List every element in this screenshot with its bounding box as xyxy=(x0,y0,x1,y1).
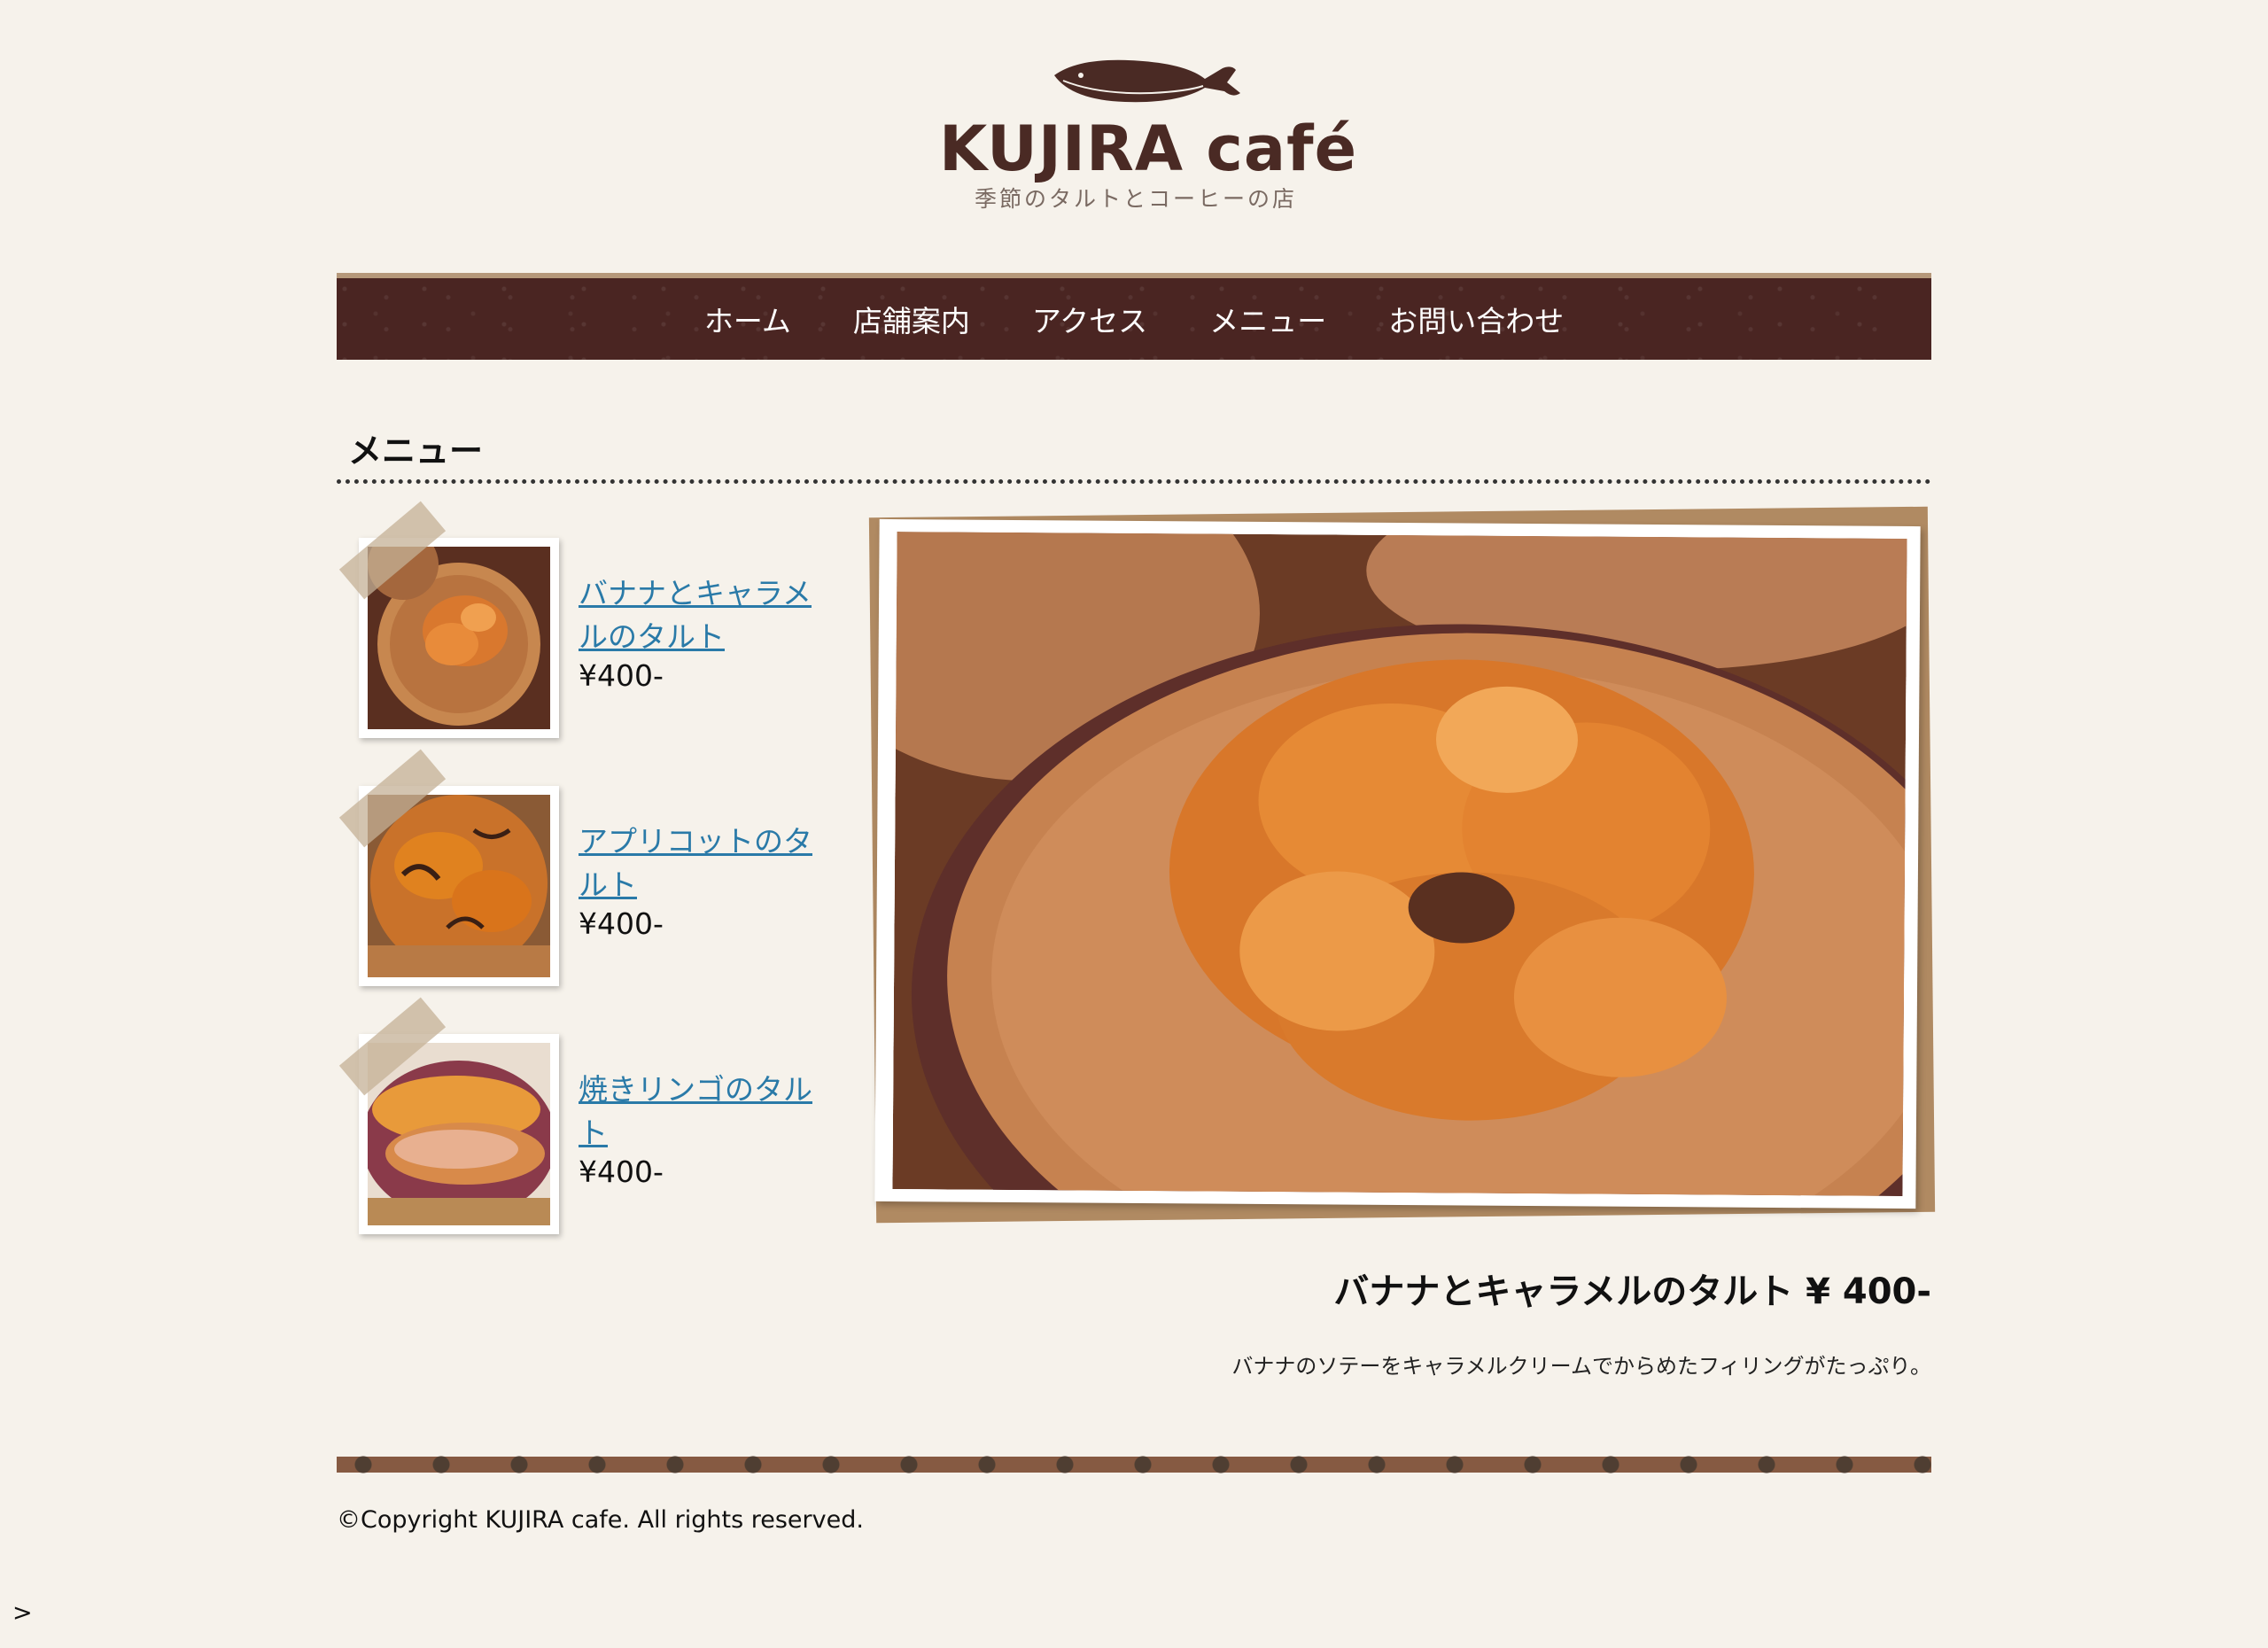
nav-item-contact[interactable]: お問い合わせ xyxy=(1388,298,1564,340)
menu-item-link[interactable]: バナナとキャラメルのタルト xyxy=(579,571,827,658)
console-prompt: > xyxy=(12,1599,33,1627)
menu-item-link[interactable]: アプリコットのタルト xyxy=(579,820,827,906)
menu-item: 焼きリンゴのタルト ¥400- xyxy=(338,997,855,1247)
whale-icon xyxy=(1054,59,1240,103)
nav-item-access[interactable]: アクセス xyxy=(1032,298,1147,340)
menu-item-price: ¥400- xyxy=(579,658,664,693)
menu-item-thumbnail[interactable] xyxy=(338,997,559,1234)
main-nav: ホーム 店舗案内 アクセス メニュー お問い合わせ xyxy=(337,273,1931,360)
baked-apple-tart-image xyxy=(368,1043,550,1225)
nav-list: ホーム 店舗案内 アクセス メニュー お問い合わせ xyxy=(337,278,1931,360)
menu-item-thumbnail[interactable] xyxy=(338,749,559,986)
section-divider xyxy=(337,479,1931,484)
copyright-text: ©Copyright KUJIRA cafe. All rights reser… xyxy=(337,1506,864,1534)
page-title: メニュー xyxy=(348,431,484,470)
logo-tagline: 季節のタルトとコーヒーの店 xyxy=(975,186,1298,212)
menu-item: バナナとキャラメルのタルト ¥400- xyxy=(338,501,855,750)
menu-item-price: ¥400- xyxy=(579,906,664,941)
menu-item-thumbnail[interactable] xyxy=(338,501,559,738)
banana-caramel-tart-image xyxy=(368,547,550,729)
featured-item-title: バナナとキャラメルのタルト ¥ 400- xyxy=(1333,1271,1931,1312)
logo-title: KUJIRA café xyxy=(939,113,1358,185)
nav-item-menu[interactable]: メニュー xyxy=(1209,298,1326,340)
coffee-cup-icon xyxy=(337,1451,1931,1478)
nav-item-store-info[interactable]: 店舗案内 xyxy=(853,298,970,340)
nav-item-home[interactable]: ホーム xyxy=(704,298,791,340)
page: KUJIRA café 季節のタルトとコーヒーの店 ホーム 店舗案内 アクセス … xyxy=(0,0,2268,1648)
menu-item-link[interactable]: 焼きリンゴのタルト xyxy=(579,1068,827,1154)
featured-photo-frame xyxy=(874,518,1921,1209)
menu-item-price: ¥400- xyxy=(579,1154,664,1189)
apricot-tart-image xyxy=(368,795,550,977)
site-logo[interactable]: KUJIRA café 季節のタルトとコーヒーの店 xyxy=(921,49,1358,226)
featured-item-description: バナナのソテーをキャラメルクリームでからめたフィリングがたっぷり。 xyxy=(1231,1354,1931,1379)
menu-item: アプリコットのタルト ¥400- xyxy=(338,749,855,999)
featured-tart-image xyxy=(892,532,1907,1196)
